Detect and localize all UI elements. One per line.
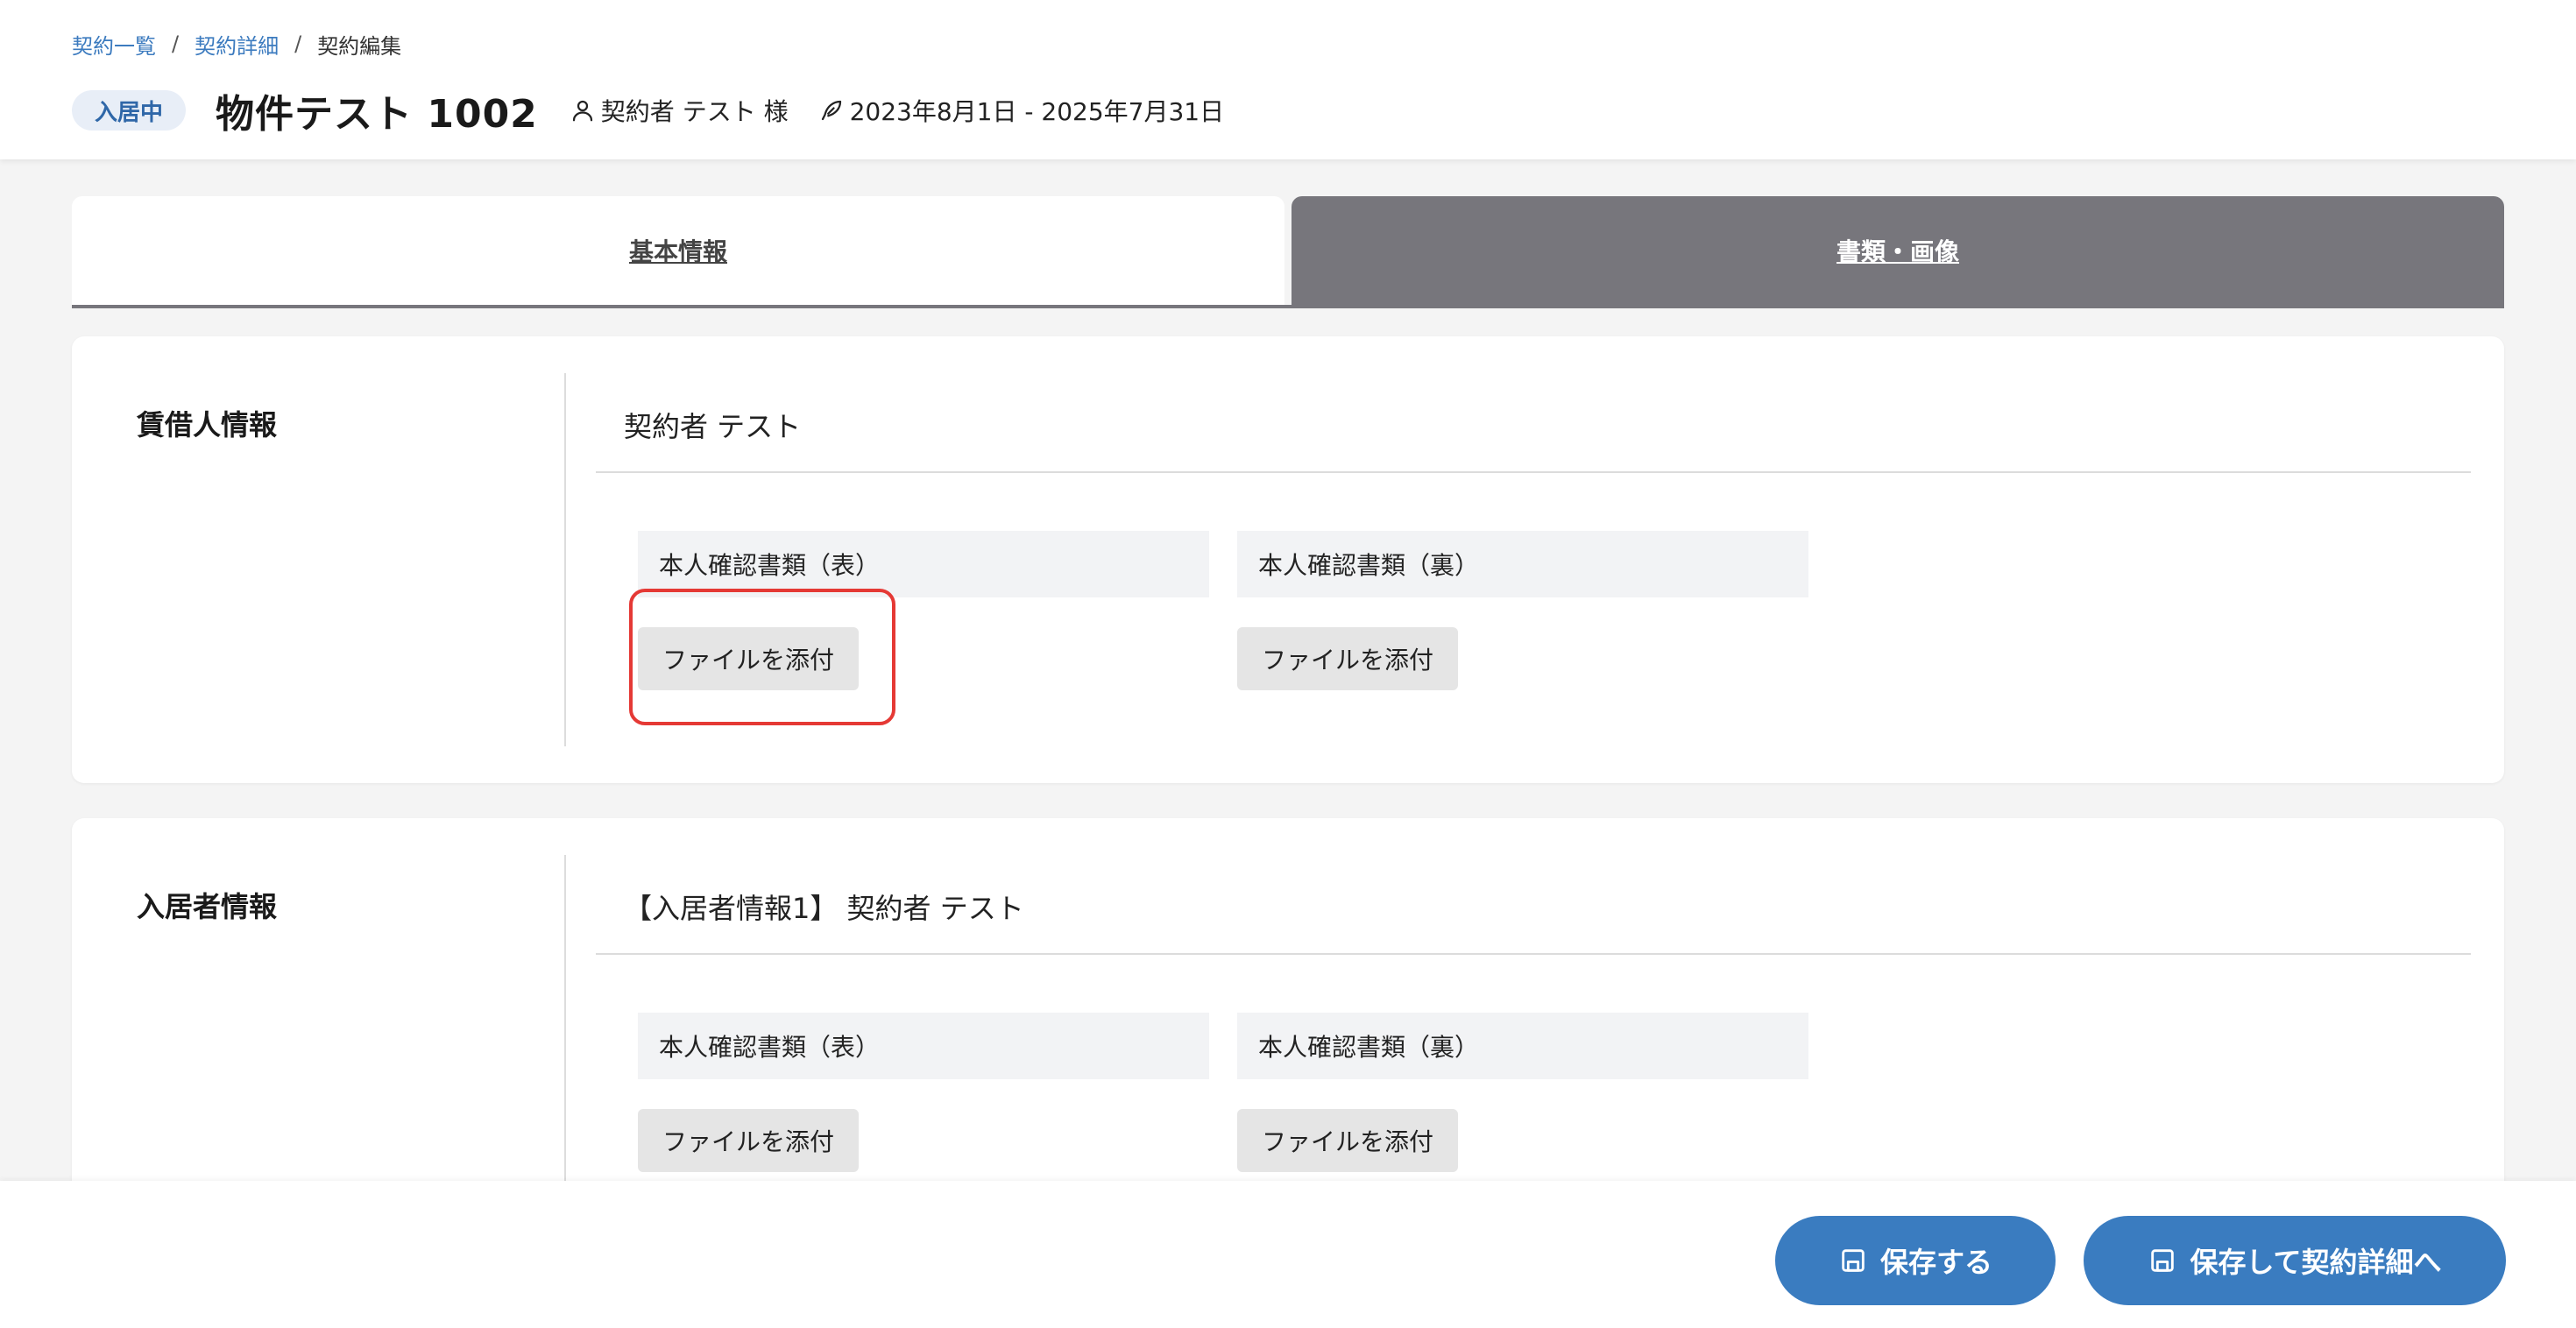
section-label: 賃借人情報 [137,408,278,441]
save-and-go-detail-button[interactable]: 保存して契約詳細へ [2084,1216,2506,1305]
attach-file-button[interactable]: ファイルを添付 [1237,1109,1458,1172]
id-document-front-label: 本人確認書類（表） [638,531,1209,597]
id-document-front-label: 本人確認書類（表） [638,1013,1209,1079]
save-and-go-detail-label: 保存して契約詳細へ [2190,1246,2442,1279]
tenant-section: 賃借人情報 契約者 テスト 本人確認書類（表） 本人確認書類（裏） ファイルを添… [72,336,2504,783]
title-row: 入居中 物件テスト 1002 契約者 テスト 様 2023年8月1日 - 202… [72,84,1224,137]
breadcrumb-contract-list[interactable]: 契約一覧 [72,29,156,60]
resident-name: 【入居者情報1】 契約者 テスト [624,892,1024,925]
pen-icon [821,100,841,121]
tab-documents-images[interactable]: 書類・画像 [1292,196,2504,305]
breadcrumb: 契約一覧 / 契約詳細 / 契約編集 [72,29,402,60]
floppy-disk-icon [2151,1249,2175,1272]
resident-section: 入居者情報 【入居者情報1】 契約者 テスト 本人確認書類（表） 本人確認書類（… [72,818,2504,1239]
tab-bar: 基本情報 書類・画像 [72,196,2504,308]
contract-period-text: 2023年8月1日 - 2025年7月31日 [849,97,1225,126]
contract-period: 2023年8月1日 - 2025年7月31日 [818,93,1225,128]
breadcrumb-contract-detail[interactable]: 契約詳細 [195,29,279,60]
section-divider [564,373,566,746]
contractor-info: 契約者 テスト 様 [570,93,789,128]
breadcrumb-separator: / [294,32,302,56]
id-document-back-label: 本人確認書類（裏） [1237,1013,1808,1079]
section-label: 入居者情報 [137,890,278,923]
person-icon [572,100,592,122]
contractor-name: 契約者 テスト 様 [600,97,789,126]
action-footer: 保存する 保存して契約詳細へ [0,1181,2576,1328]
attach-file-button[interactable]: ファイルを添付 [638,1109,859,1172]
divider [596,471,2471,473]
id-document-back-label: 本人確認書類（裏） [1237,531,1808,597]
breadcrumb-current: 契約編集 [317,33,402,59]
attach-file-button[interactable]: ファイルを添付 [1237,627,1458,690]
tab-basic-info[interactable]: 基本情報 [72,196,1284,305]
attach-file-button[interactable]: ファイルを添付 [638,627,859,690]
divider [596,953,2471,955]
page: 契約一覧 / 契約詳細 / 契約編集 入居中 物件テスト 1002 契約者 テス… [0,0,2576,1328]
tenant-name: 契約者 テスト [624,410,802,443]
breadcrumb-separator: / [172,32,180,56]
page-header: 契約一覧 / 契約詳細 / 契約編集 入居中 物件テスト 1002 契約者 テス… [0,0,2576,159]
save-button-label: 保存する [1879,1246,1992,1279]
status-badge: 入居中 [72,90,187,131]
floppy-disk-icon [1842,1249,1865,1272]
section-divider [564,855,566,1205]
page-title: 物件テスト 1002 [216,92,538,137]
save-button[interactable]: 保存する [1775,1216,2056,1305]
